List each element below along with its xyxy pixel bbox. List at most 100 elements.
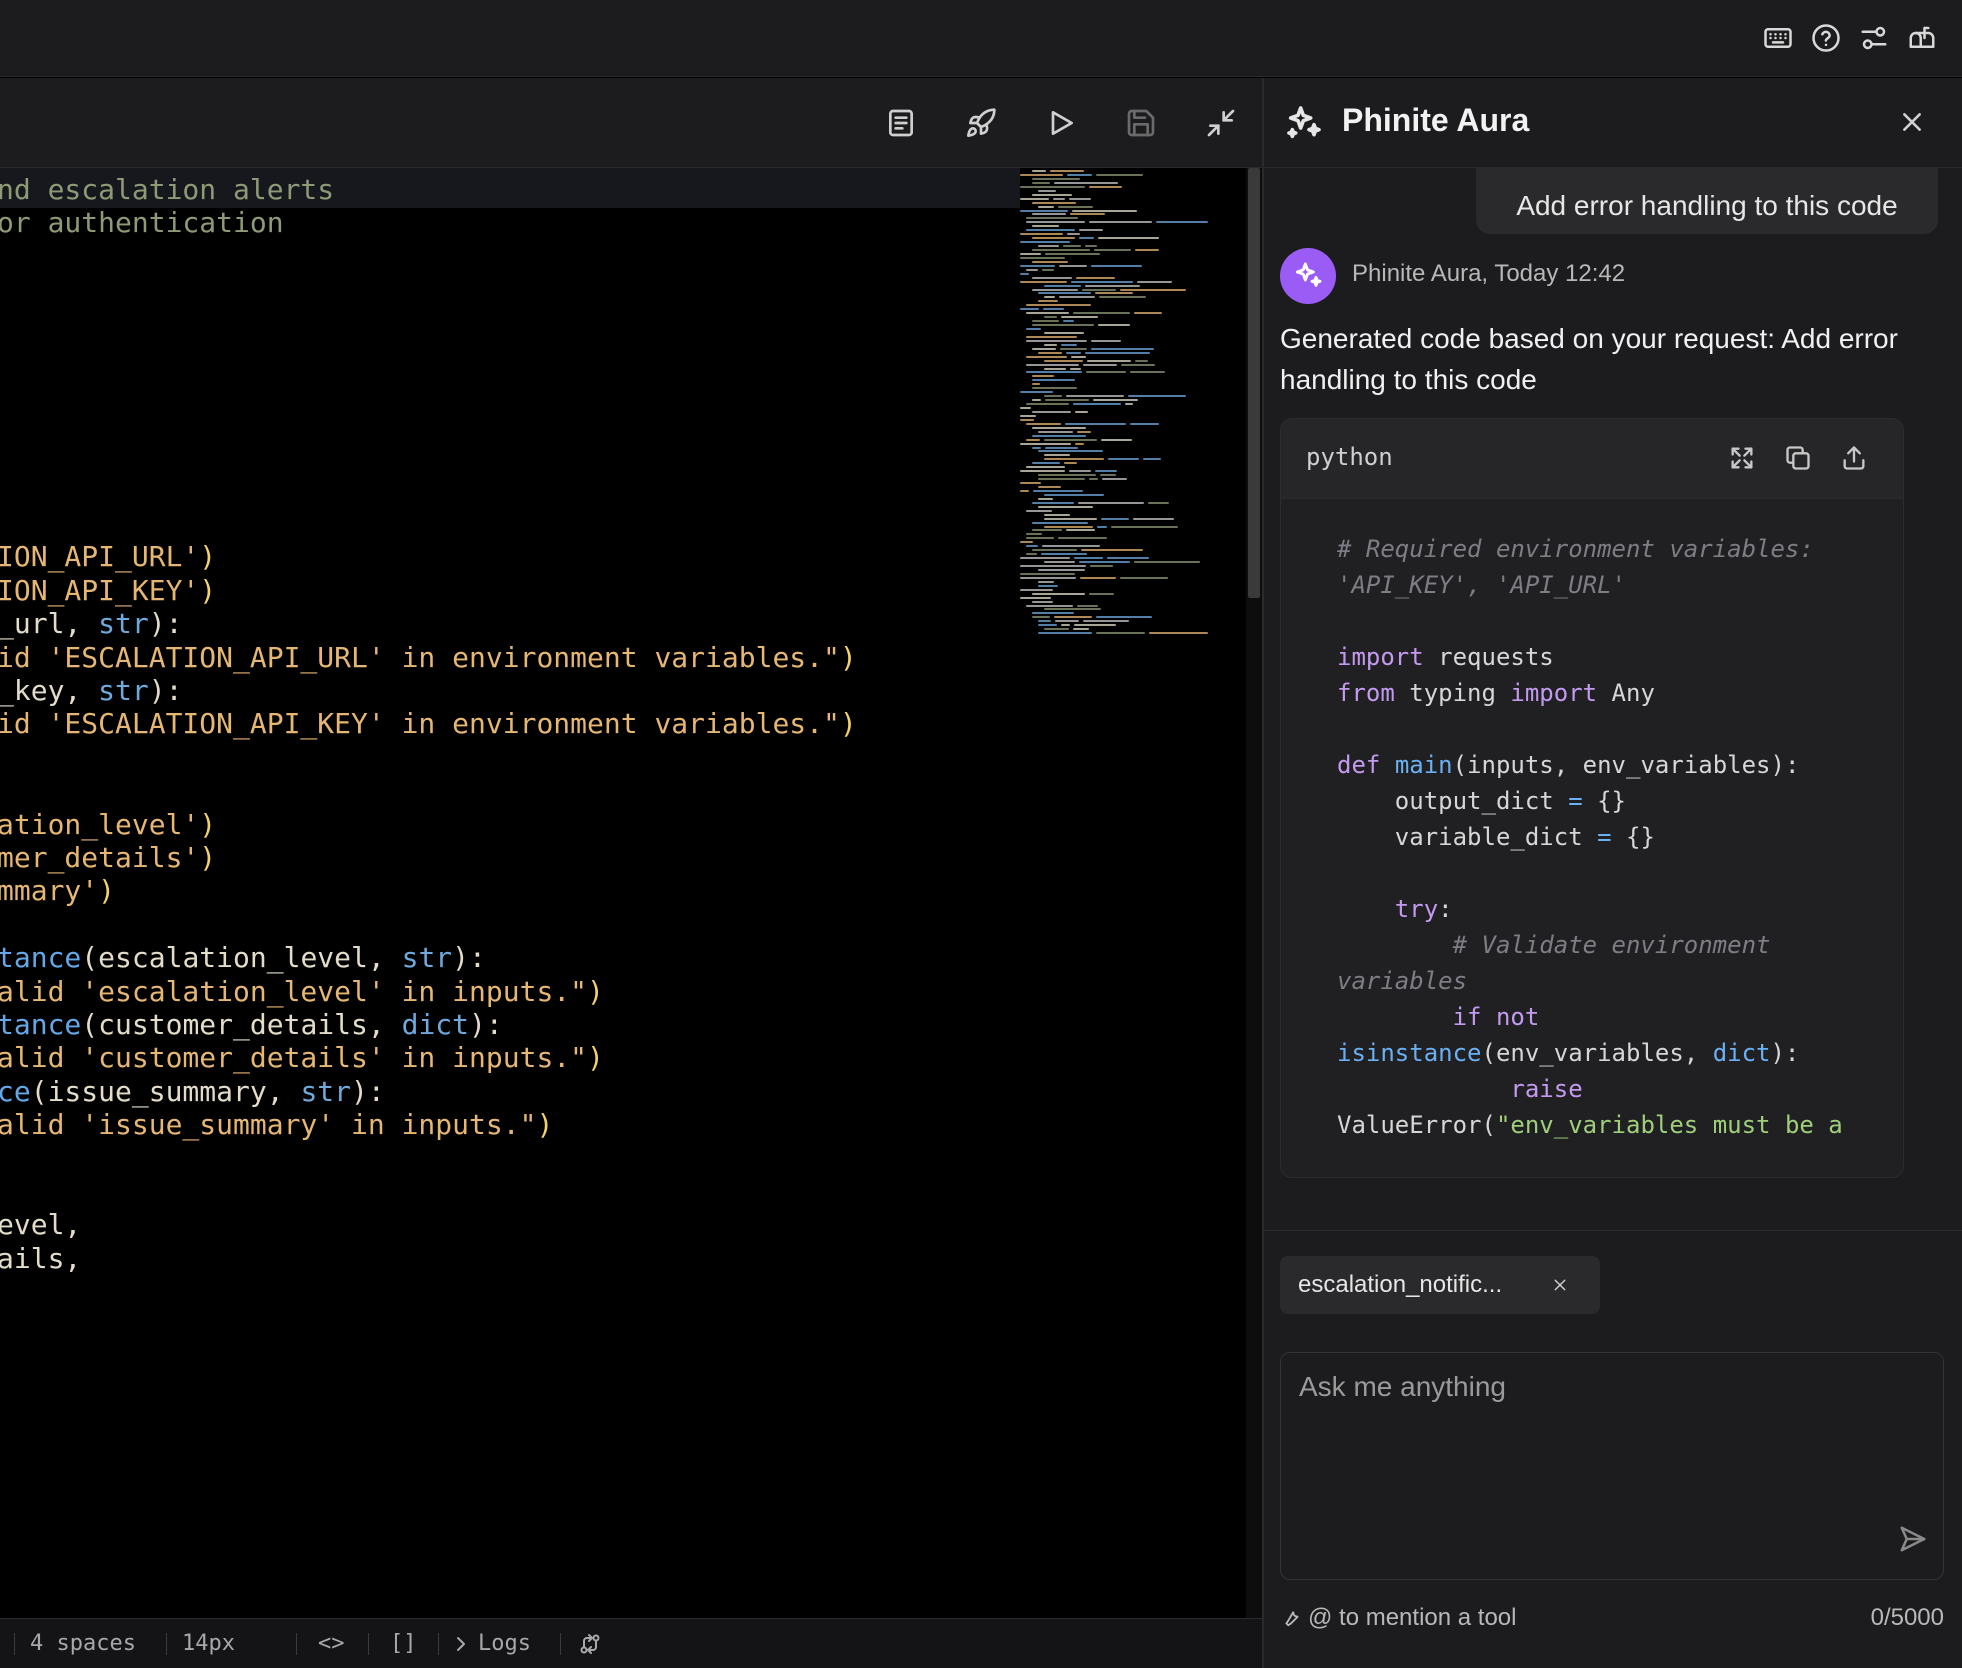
prompt-input[interactable]	[1299, 1371, 1899, 1531]
indent-setting[interactable]: 4 spaces	[30, 1629, 136, 1659]
minimap-line	[1026, 229, 1075, 232]
close-panel-button[interactable]	[1894, 104, 1930, 140]
minimap-line	[1032, 434, 1086, 437]
code-language-label: python	[1306, 443, 1393, 471]
status-separator	[166, 1633, 167, 1655]
minimap-line	[1020, 576, 1076, 579]
minimap-line	[1020, 280, 1067, 283]
keyboard-icon[interactable]	[1762, 22, 1794, 54]
send-button[interactable]	[1893, 1519, 1933, 1559]
minimap-line	[1032, 320, 1059, 323]
minimap-line	[1026, 363, 1079, 366]
minimap-line	[1054, 181, 1118, 184]
status-separator	[368, 1633, 369, 1655]
minimap-line	[1033, 489, 1083, 492]
minimap-line	[1044, 493, 1104, 496]
minimap-line	[1079, 229, 1103, 232]
code-block-line: if not	[1337, 999, 1897, 1035]
minimap-line	[1044, 628, 1069, 631]
rocket-icon[interactable]	[964, 106, 998, 140]
minimap-line	[1085, 284, 1140, 287]
copy-code-button[interactable]	[1781, 441, 1815, 475]
format-code-button[interactable]: <>	[318, 1629, 345, 1659]
code-token: (env_variables,	[1481, 1039, 1713, 1067]
minimap-line	[1026, 466, 1065, 469]
minimap-line	[1070, 367, 1081, 370]
code-token: )	[98, 874, 116, 908]
font-size-setting[interactable]: 14px	[182, 1629, 235, 1659]
mailbox-icon[interactable]	[1906, 22, 1938, 54]
save-icon[interactable]	[1124, 106, 1158, 140]
code-line[interactable]: mmary')	[0, 871, 115, 911]
minimap-line	[1032, 379, 1075, 382]
minimap-line	[1083, 620, 1129, 623]
code-block-header: python	[1281, 419, 1903, 499]
minimap-line	[1128, 395, 1186, 398]
code-lines[interactable]: nd escalation alerts or authentication ION…	[0, 168, 1015, 1618]
minimap-line	[1075, 410, 1088, 413]
minimap-line	[1038, 632, 1092, 635]
minimap-line	[1032, 276, 1072, 279]
brackets-button[interactable]: []	[390, 1629, 417, 1659]
minimap-line	[1134, 561, 1200, 564]
minimap-line	[1045, 252, 1100, 255]
logs-label: Logs	[478, 1631, 531, 1656]
play-icon[interactable]	[1044, 106, 1078, 140]
export-code-button[interactable]	[1837, 441, 1871, 475]
aura-assistant-panel: Phinite Aura Add error handling to this …	[1264, 78, 1962, 1668]
minimap-line	[1043, 308, 1064, 311]
status-separator	[14, 1633, 15, 1655]
minimap-line	[1020, 197, 1049, 200]
code-token: def	[1337, 751, 1381, 779]
minimap-line	[1026, 335, 1077, 338]
expand-code-button[interactable]	[1725, 441, 1759, 475]
minimap-line	[1020, 256, 1065, 259]
minimap-line	[1135, 359, 1148, 362]
minimap-line	[1089, 185, 1122, 188]
remove-context-button[interactable]	[1548, 1273, 1572, 1297]
code-token: ce	[0, 1074, 31, 1108]
minimap-line	[1096, 616, 1152, 619]
document-icon[interactable]	[884, 106, 918, 140]
minimap-line	[1044, 359, 1083, 362]
minimap-line	[1091, 347, 1154, 350]
minimap-line	[1026, 312, 1069, 315]
code-line[interactable]: ails,	[0, 1239, 81, 1279]
git-compare-button[interactable]	[578, 1629, 602, 1659]
minimize-icon[interactable]	[1204, 106, 1238, 140]
logs-button[interactable]: Logs	[454, 1629, 531, 1659]
code-line[interactable]: or authentication	[0, 203, 284, 243]
code-block-body[interactable]: # Required environment variables: 'API_KE…	[1337, 531, 1897, 1143]
scrollbar-thumb[interactable]	[1248, 168, 1260, 598]
minimap-line	[1135, 249, 1159, 251]
minimap-line	[1026, 422, 1061, 425]
minimap-line	[1053, 197, 1065, 200]
help-icon[interactable]	[1810, 22, 1842, 54]
minimap-line	[1044, 316, 1057, 319]
minimap-line	[1130, 371, 1165, 374]
minimap-line	[1066, 351, 1081, 354]
minimap-line	[1082, 288, 1116, 291]
minimap[interactable]	[1020, 168, 1246, 638]
settings-sliders-icon[interactable]	[1858, 22, 1890, 54]
minimap-line	[1085, 245, 1097, 248]
code-token: evel,	[0, 1208, 82, 1242]
code-token: ails,	[0, 1241, 82, 1275]
minimap-line	[1032, 446, 1041, 449]
minimap-line	[1026, 553, 1037, 556]
assistant-meta: Phinite Aura, Today 12:42	[1352, 260, 1626, 287]
minimap-line	[1032, 529, 1062, 532]
minimap-line	[1120, 288, 1186, 291]
minimap-line	[1108, 458, 1139, 461]
send-icon	[1900, 1526, 1926, 1552]
code-token: ):	[452, 941, 486, 975]
minimap-line	[1026, 533, 1042, 536]
code-line[interactable]: alid 'issue_summary' in inputs.")	[0, 1105, 553, 1145]
minimap-line	[1120, 576, 1168, 579]
code-token: )	[587, 974, 604, 1008]
code-editor[interactable]: nd escalation alerts or authentication ION…	[0, 168, 1262, 1618]
minimap-line	[1020, 442, 1071, 445]
code-line[interactable]: id 'ESCALATION_API_KEY' in environment v…	[0, 704, 857, 744]
context-file-chip[interactable]: escalation_notific...	[1280, 1256, 1600, 1314]
minimap-line	[1026, 537, 1054, 540]
